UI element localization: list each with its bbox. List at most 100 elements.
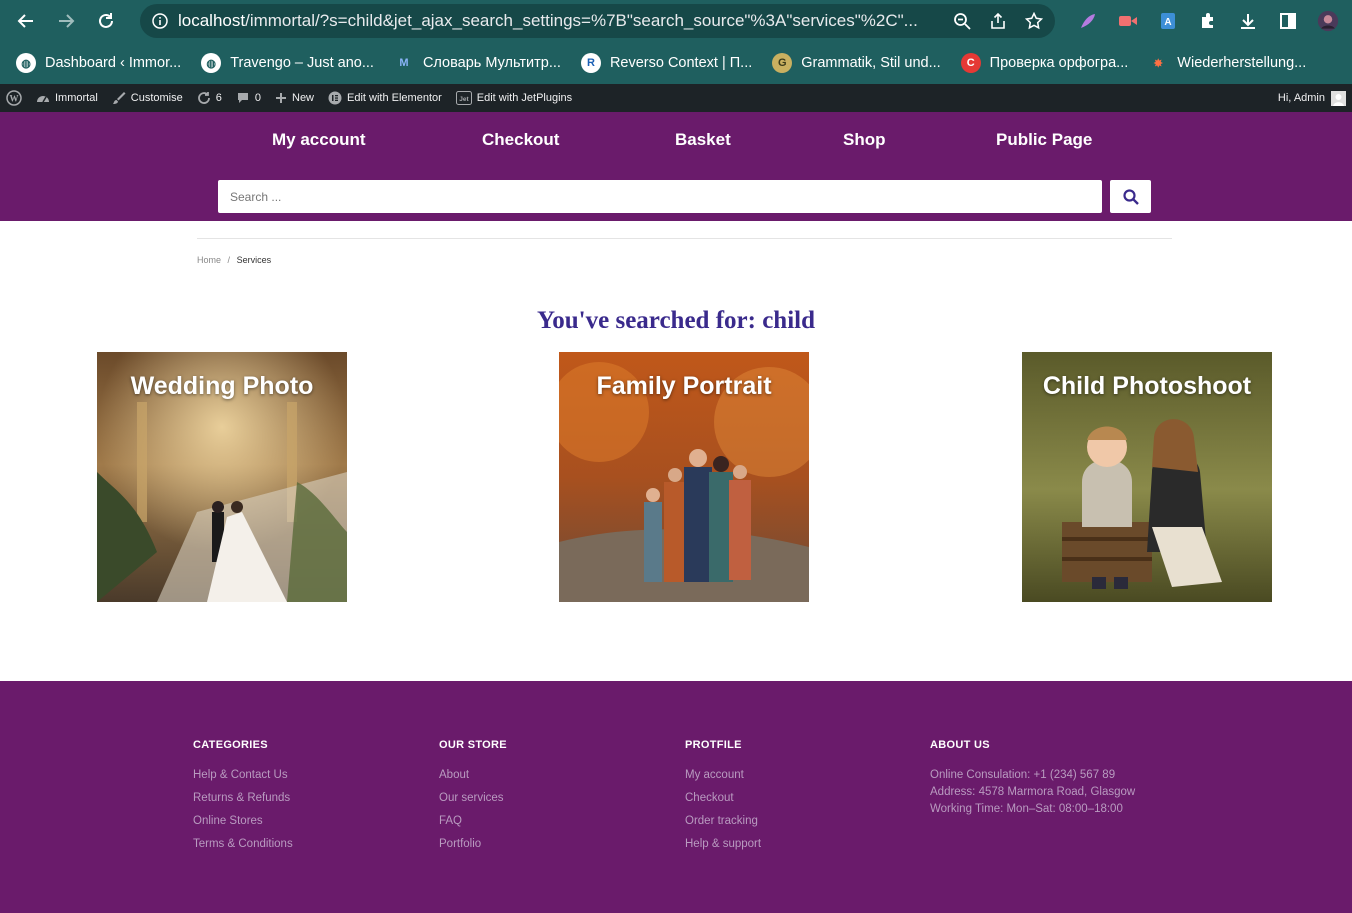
footer-about-line: Address: 4578 Marmora Road, Glasgow <box>930 786 1136 798</box>
bookmark-item[interactable]: ◍ Travengo – Just ano... <box>201 53 374 73</box>
footer-link[interactable]: FAQ <box>439 815 507 827</box>
svg-text:A: A <box>1164 17 1171 28</box>
comments-link[interactable]: 0 <box>236 91 261 105</box>
video-extension-icon[interactable] <box>1117 10 1139 32</box>
edit-jetplugins-link[interactable]: Jet Edit with JetPlugins <box>455 91 572 105</box>
account-menu[interactable]: Hi, Admin <box>1278 90 1346 106</box>
footer-about-line: Working Time: Mon–Sat: 08:00–18:00 <box>930 803 1123 815</box>
main-content: Home / Services You've searched for: chi… <box>0 221 1352 681</box>
site-header: My account Checkout Basket Shop Public P… <box>0 112 1352 221</box>
page-title: You've searched for: child <box>537 307 815 334</box>
translate-extension-icon[interactable]: A <box>1157 10 1179 32</box>
bookmark-label: Dashboard ‹ Immor... <box>45 55 182 71</box>
download-icon[interactable] <box>1237 10 1259 32</box>
globe-icon: ◍ <box>16 53 36 73</box>
share-icon[interactable] <box>989 12 1007 30</box>
feather-extension-icon[interactable] <box>1077 10 1099 32</box>
bookmark-label: Travengo – Just ano... <box>230 55 374 71</box>
nav-public-page[interactable]: Public Page <box>996 130 1092 150</box>
result-card-wedding[interactable]: Wedding Photo <box>97 352 347 602</box>
zoom-icon[interactable] <box>953 12 971 30</box>
wp-admin-bar: W Immortal Customise 6 0 New Edit with E… <box>0 84 1352 112</box>
divider <box>197 238 1172 239</box>
bookmark-item[interactable]: G Grammatik, Stil und... <box>772 53 941 73</box>
brush-icon <box>112 92 126 104</box>
profile-avatar-icon[interactable] <box>1317 10 1339 32</box>
footer-link[interactable]: Help & Contact Us <box>193 769 293 781</box>
info-icon[interactable] <box>152 13 168 29</box>
bookmark-item[interactable]: C Проверка орфогра... <box>960 53 1129 73</box>
comment-icon <box>237 93 248 103</box>
search-button[interactable] <box>1110 180 1151 213</box>
footer-link[interactable]: Online Stores <box>193 815 293 827</box>
updates-link[interactable]: 6 <box>197 91 222 105</box>
user-avatar-icon <box>1333 93 1344 106</box>
browser-toolbar: localhost/immortal/?s=child&jet_ajax_sea… <box>0 0 1352 42</box>
edit-elementor-link[interactable]: Edit with Elementor <box>328 91 442 105</box>
site-footer: CATEGORIES Help & Contact Us Returns & R… <box>0 681 1352 913</box>
bookmark-item[interactable]: ✸ Wiederherstellung... <box>1148 53 1307 73</box>
wp-logo-button[interactable]: W <box>6 90 22 106</box>
search-input[interactable] <box>218 180 1102 213</box>
browser-chrome: localhost/immortal/?s=child&jet_ajax_sea… <box>0 0 1352 84</box>
nav-my-account[interactable]: My account <box>272 130 366 150</box>
breadcrumb-home-link[interactable]: Home <box>197 255 221 265</box>
bookmark-label: Проверка орфогра... <box>989 55 1129 71</box>
svg-text:Jet: Jet <box>459 96 469 103</box>
footer-link[interactable]: My account <box>685 769 761 781</box>
footer-categories: CATEGORIES Help & Contact Us Returns & R… <box>193 739 293 861</box>
back-button[interactable] <box>10 5 42 37</box>
customise-link[interactable]: Customise <box>112 91 183 105</box>
footer-link[interactable]: Terms & Conditions <box>193 838 293 850</box>
new-content-link[interactable]: New <box>275 92 314 104</box>
bookmarks-bar: ◍ Dashboard ‹ Immor... ◍ Travengo – Just an… <box>0 42 1352 84</box>
dashboard-icon <box>37 96 49 103</box>
bookmark-item[interactable]: M Словарь Мультитр... <box>394 53 561 73</box>
footer-link[interactable]: Checkout <box>685 792 761 804</box>
maple-leaf-icon: ✸ <box>1153 57 1163 70</box>
footer-link[interactable]: Portfolio <box>439 838 507 850</box>
result-card-family[interactable]: Family Portrait <box>559 352 809 602</box>
nav-checkout[interactable]: Checkout <box>482 130 559 150</box>
nav-shop[interactable]: Shop <box>843 130 886 150</box>
bookmark-label: Reverso Context | П... <box>609 55 753 71</box>
svg-text:W: W <box>10 94 19 104</box>
footer-profile: PROTFILE My account Checkout Order track… <box>685 739 761 861</box>
search-icon <box>1122 188 1139 205</box>
bookmark-label: Словарь Мультитр... <box>422 55 561 71</box>
plus-icon <box>276 93 286 103</box>
reload-button[interactable] <box>90 5 122 37</box>
breadcrumb-separator: / <box>227 255 231 265</box>
reverso-icon: R <box>580 53 601 73</box>
url-text[interactable]: localhost/immortal/?s=child&jet_ajax_sea… <box>178 11 943 31</box>
spellcheck-icon: C <box>960 53 981 73</box>
bookmark-label: Wiederherstellung... <box>1177 55 1307 71</box>
bookmark-item[interactable]: ◍ Dashboard ‹ Immor... <box>16 53 181 73</box>
bookmark-star-icon[interactable] <box>1025 12 1043 30</box>
breadcrumb: Home / Services <box>197 255 271 265</box>
footer-about: ABOUT US Online Consulation: +1 (234) 56… <box>930 739 1135 820</box>
main-navigation: My account Checkout Basket Shop Public P… <box>0 130 1352 156</box>
bookmark-item[interactable]: R Reverso Context | П... <box>580 53 753 73</box>
footer-link[interactable]: Order tracking <box>685 815 761 827</box>
result-card-child[interactable]: Child Photoshoot <box>1022 352 1272 602</box>
search-form <box>218 180 1151 213</box>
footer-heading: ABOUT US <box>930 739 990 751</box>
footer-link[interactable]: About <box>439 769 507 781</box>
footer-link[interactable]: Our services <box>439 792 507 804</box>
footer-link[interactable]: Returns & Refunds <box>193 792 293 804</box>
site-name-link[interactable]: Immortal <box>36 91 98 105</box>
multitran-icon: M <box>399 57 409 69</box>
avatar <box>1331 90 1346 106</box>
globe-icon: ◍ <box>201 53 222 73</box>
footer-link[interactable]: Help & support <box>685 838 761 850</box>
nav-basket[interactable]: Basket <box>675 130 731 150</box>
extensions-puzzle-icon[interactable] <box>1197 10 1219 32</box>
wordpress-icon: W <box>6 90 22 106</box>
address-bar[interactable]: localhost/immortal/?s=child&jet_ajax_sea… <box>140 4 1055 38</box>
updates-icon <box>197 92 210 104</box>
elementor-icon <box>328 91 342 105</box>
forward-button[interactable] <box>50 5 82 37</box>
footer-about-line: Online Consulation: +1 (234) 567 89 <box>930 769 1116 781</box>
side-panel-icon[interactable] <box>1277 10 1299 32</box>
